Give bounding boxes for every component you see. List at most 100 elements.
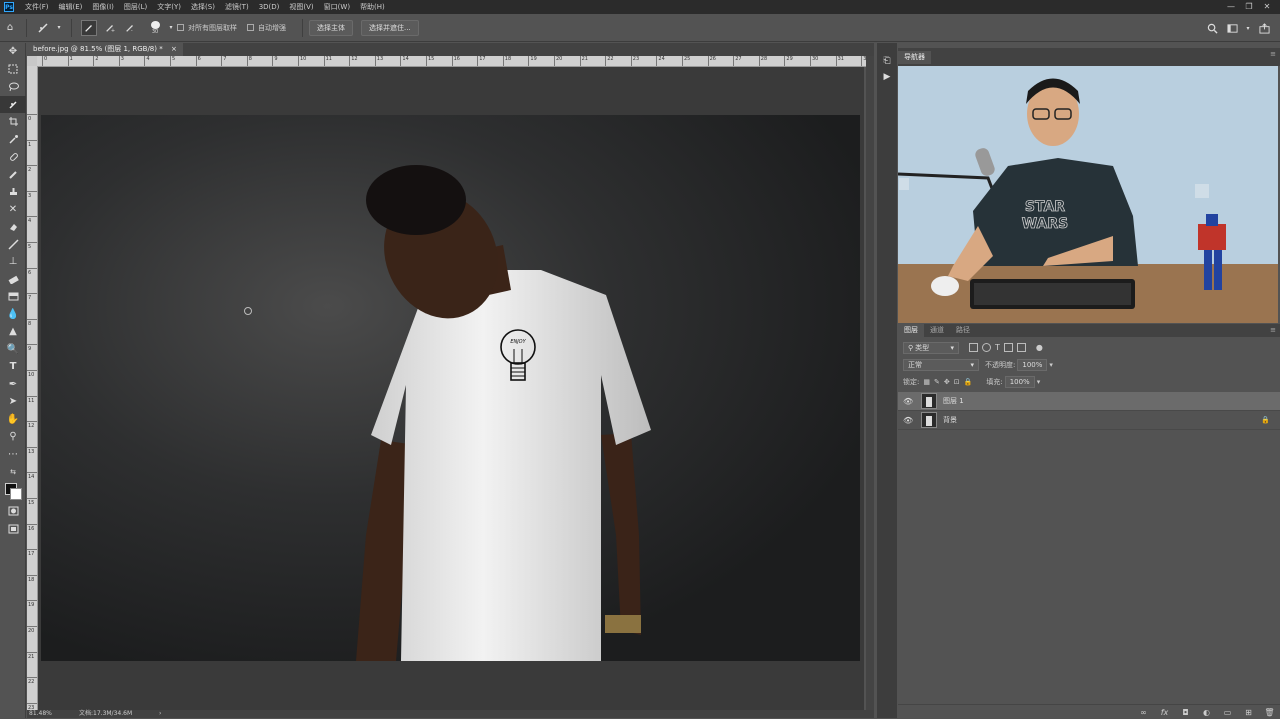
ruler-origin[interactable] (27, 56, 37, 66)
auto-enhance-checkbox[interactable]: 自动增强 (247, 23, 286, 33)
layer-filter-select[interactable]: ⚲ 类型 ▾ (903, 341, 959, 354)
menu-layer[interactable]: 图层(L) (119, 0, 152, 14)
marquee-tool-icon[interactable] (0, 61, 26, 79)
layer-row[interactable]: 👁 图层 1 (898, 392, 1280, 411)
panel-menu-icon[interactable]: ≡ (1270, 324, 1276, 337)
pixel-filter-icon[interactable] (969, 343, 978, 352)
swap-colors-icon[interactable]: ⇆ (0, 463, 26, 481)
add-mask-icon[interactable]: ◘ (1175, 708, 1196, 717)
chevron-down-icon[interactable]: ▾ (168, 21, 174, 35)
shape-filter-icon[interactable] (1003, 343, 1013, 352)
navigator-preview[interactable]: STAR WARS (898, 66, 1278, 323)
visibility-eye-icon[interactable]: 👁 (903, 397, 915, 406)
lock-icon[interactable]: 🔒 (1261, 416, 1270, 424)
menu-filter[interactable]: 滤镜(T) (220, 0, 254, 14)
stamp-tool-icon[interactable]: ⊥ (0, 253, 26, 271)
visibility-eye-icon[interactable]: 👁 (903, 416, 915, 425)
status-menu-arrow[interactable]: › (159, 710, 161, 718)
gradient-tool-icon[interactable] (0, 236, 26, 254)
link-layers-icon[interactable]: ∞ (1133, 708, 1154, 717)
document-image[interactable]: ENJOY (41, 115, 860, 661)
chevron-down-icon[interactable]: ▾ (1037, 378, 1041, 386)
smart-object-filter-icon[interactable] (1016, 343, 1026, 352)
sample-all-layers-checkbox[interactable]: 对所有图层取样 (177, 23, 237, 33)
close-tab-icon[interactable]: × (171, 45, 177, 53)
lock-transparent-icon[interactable]: ▦ (923, 378, 930, 386)
blur-tool-icon[interactable]: 💧 (0, 306, 26, 324)
new-layer-icon[interactable]: ⊞ (1238, 708, 1259, 717)
add-to-selection-icon[interactable]: + (103, 21, 117, 35)
quick-mask-icon[interactable] (0, 503, 26, 521)
spot-healing-tool-icon[interactable] (0, 148, 26, 166)
layer-name[interactable]: 图层 1 (943, 396, 964, 406)
menu-type[interactable]: 文字(Y) (152, 0, 186, 14)
restore-button[interactable]: ❐ (1240, 0, 1258, 14)
new-adjustment-layer-icon[interactable]: ◐ (1196, 708, 1217, 717)
brush-tool-icon[interactable] (0, 166, 26, 184)
eraser-tool-icon[interactable] (0, 218, 26, 236)
layer-style-icon[interactable]: fx (1154, 708, 1175, 717)
lasso-tool-icon[interactable] (0, 78, 26, 96)
type-tool-icon[interactable]: T (0, 358, 26, 376)
layer-name[interactable]: 背景 (943, 415, 957, 425)
adjustment-filter-icon[interactable] (982, 343, 991, 352)
crop-tool-icon[interactable] (0, 113, 26, 131)
actions-panel-icon[interactable]: ▶ (877, 69, 897, 85)
home-icon[interactable]: ⌂ (3, 21, 17, 35)
path-selection-tool-icon[interactable]: ➤ (0, 393, 26, 411)
horizontal-ruler[interactable]: 0 1 2 3 4 5 6 7 8 9 10 11 12 13 14 15 16 17 18 19 20 21 22 23 24… (37, 56, 867, 67)
move-tool-icon[interactable]: ✥ (0, 43, 26, 61)
vertical-scrollbar[interactable] (866, 56, 874, 710)
menu-window[interactable]: 窗口(W) (319, 0, 355, 14)
quick-selection-tool-preset-icon[interactable] (36, 21, 50, 35)
fill-input[interactable]: 100% (1004, 375, 1035, 388)
menu-3d[interactable]: 3D(D) (254, 0, 285, 14)
paint-bucket-tool-icon[interactable] (0, 288, 26, 306)
subtract-from-selection-icon[interactable]: - (123, 21, 137, 35)
sharpen-tool-icon[interactable]: ▲ (0, 323, 26, 341)
clone-stamp-tool-icon[interactable] (0, 183, 26, 201)
lock-image-icon[interactable]: ✎ (934, 378, 940, 386)
eraser-tool-alt-icon[interactable] (0, 271, 26, 289)
minimize-button[interactable]: — (1222, 0, 1240, 14)
close-window-button[interactable]: ✕ (1258, 0, 1276, 14)
document-tab[interactable]: before.jpg @ 81.5% (图层 1, RGB/8) * × (27, 43, 183, 56)
lock-all-icon[interactable]: 🔒 (964, 378, 973, 386)
lock-artboard-icon[interactable]: ⊡ (954, 378, 960, 386)
tab-layers[interactable]: 图层 (898, 324, 924, 337)
select-and-mask-button[interactable]: 选择并遮住... (361, 19, 419, 36)
menu-select[interactable]: 选择(S) (186, 0, 220, 14)
color-swatches-icon[interactable] (0, 481, 26, 503)
lock-position-icon[interactable]: ✥ (944, 378, 950, 386)
chevron-down-icon[interactable]: ▾ (56, 21, 62, 35)
menu-view[interactable]: 视图(V) (284, 0, 318, 14)
share-icon[interactable] (1257, 21, 1271, 35)
quick-selection-tool-icon[interactable] (0, 95, 26, 113)
new-group-icon[interactable]: ▭ (1217, 708, 1238, 717)
more-tools-icon[interactable]: ⋯ (0, 446, 26, 464)
eyedropper-tool-icon[interactable] (0, 131, 26, 149)
vertical-ruler[interactable]: 0 1 2 3 4 5 6 7 8 9 10 11 12 13 14 15 16 17 18 19 20 21 22 23 (27, 66, 38, 711)
checkbox-box[interactable] (177, 24, 184, 31)
tab-channels[interactable]: 通道 (924, 324, 950, 337)
filter-toggle-icon[interactable]: ● (1036, 343, 1043, 352)
type-filter-icon[interactable]: T (995, 343, 1000, 352)
tab-paths[interactable]: 路径 (950, 324, 976, 337)
search-icon[interactable] (1205, 21, 1219, 35)
brush-picker-icon[interactable]: 30 (148, 20, 162, 35)
chevron-down-icon[interactable]: ▾ (1245, 21, 1251, 35)
pen-tool-icon[interactable]: ✒ (0, 376, 26, 394)
select-subject-button[interactable]: 选择主体 (309, 19, 353, 36)
menu-file[interactable]: 文件(F) (20, 0, 54, 14)
checkbox-box[interactable] (247, 24, 254, 31)
new-selection-icon[interactable] (81, 19, 97, 36)
zoom-level[interactable]: 81.48% (27, 710, 79, 718)
screen-mode-icon[interactable] (0, 520, 26, 538)
zoom-tool-icon[interactable]: ⚲ (0, 428, 26, 446)
menu-image[interactable]: 图像(I) (87, 0, 119, 14)
history-brush-tool-icon[interactable]: ✕ (0, 201, 26, 219)
hand-tool-icon[interactable]: ✋ (0, 411, 26, 429)
menu-help[interactable]: 帮助(H) (355, 0, 390, 14)
menu-edit[interactable]: 编辑(E) (54, 0, 88, 14)
opacity-input[interactable]: 100% (1017, 358, 1048, 371)
